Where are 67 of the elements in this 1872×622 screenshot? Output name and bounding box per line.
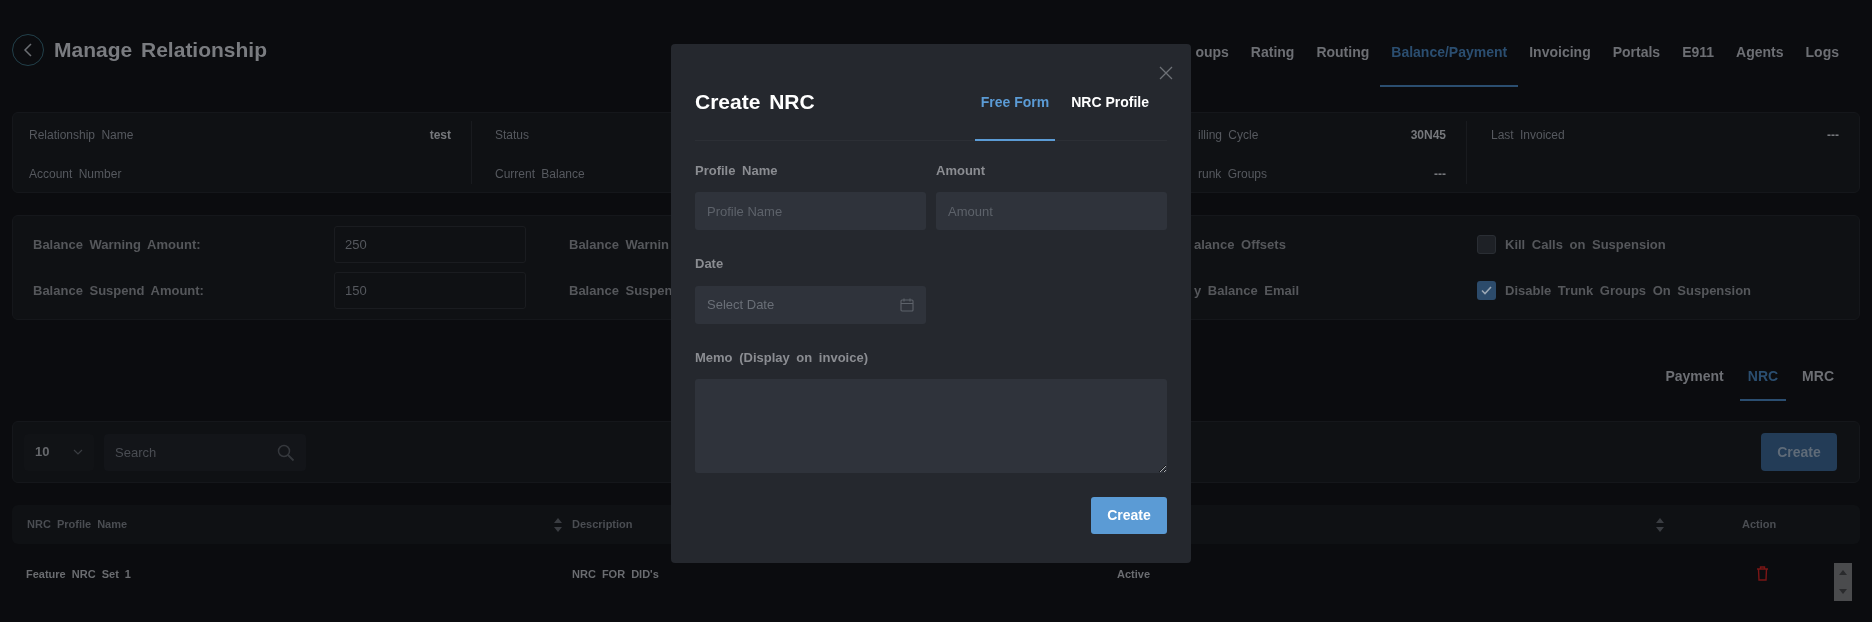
sub-tab[interactable]: Payment [1657,354,1732,401]
nav-tab[interactable]: Logs [1794,42,1850,87]
checkbox-label: Disable Trunk Groups On Suspension [1505,281,1752,300]
calendar-icon [900,297,914,312]
page-title: Manage Relationship [54,37,268,64]
checkbox[interactable] [1477,281,1496,300]
arrow-down-icon [1839,589,1847,594]
column-header[interactable]: Description [572,516,633,533]
field-label: illing Cycle [1198,127,1259,144]
field-label: Last Invoiced [1491,127,1565,144]
threshold-field[interactable]: 150 [334,272,526,309]
modal-tab[interactable]: Free Form [974,87,1056,141]
threshold-field[interactable]: 250 [334,226,526,263]
column-header[interactable]: NRC Profile Name [27,516,128,533]
setting-label: Balance Warning Amount: [33,235,202,254]
setting-label: alance Offsets [1194,235,1287,254]
field-value: test [429,127,451,144]
field-label: Account Number [29,166,122,183]
table-cell: NRC FOR DID's [572,568,659,580]
create-button[interactable]: Create [1091,497,1167,534]
checkbox[interactable] [1477,235,1496,254]
field-label: runk Groups [1198,166,1268,183]
checkbox-label: Kill Calls on Suspension [1505,235,1666,254]
field-label: Status [495,127,530,144]
search-field[interactable]: Search [104,433,306,471]
modal-title: Create NRC [695,89,815,115]
nav-tab[interactable]: oups [1195,42,1240,87]
field-label: Current Balance [495,166,585,183]
chevron-left-icon [23,43,33,57]
trash-icon [1756,565,1769,581]
setting-label: Balance Suspend Amount: [33,281,205,300]
date-field[interactable]: Select Date [695,285,926,324]
close-icon [1159,66,1173,80]
modal-tab[interactable]: NRC Profile [1065,87,1155,141]
nav-tab[interactable]: Portals [1601,42,1672,87]
field-value: --- [1434,166,1446,183]
table-cell: Feature NRC Set 1 [26,568,131,580]
close-button[interactable] [1159,66,1173,80]
nav-tab[interactable]: Balance/Payment [1380,42,1519,87]
chevron-down-icon [73,449,83,455]
page-size-value: 10 [35,443,50,462]
nav-tab[interactable]: Invoicing [1518,42,1602,87]
field-label: Memo (Display on invoice) [695,348,869,367]
nav-tab[interactable]: E911 [1671,42,1726,87]
setting-label: Balance Warnin [569,235,671,254]
delete-button[interactable] [1756,565,1769,581]
check-icon [1481,286,1492,295]
setting-label: y Balance Email [1194,281,1300,300]
setting-label: Balance Suspen [569,281,672,300]
field-value: 30N45 [1410,127,1446,144]
nav-tab[interactable]: Agents [1725,42,1795,87]
field-label: Date [695,255,725,273]
sub-tab[interactable]: MRC [1794,354,1842,401]
field-value: --- [1827,127,1839,144]
sub-tab[interactable]: NRC [1739,354,1787,401]
search-icon [277,443,295,462]
field-label: Amount [936,161,987,180]
column-header[interactable]: Action [1742,516,1777,533]
field-label: Relationship Name [29,127,134,144]
nav-tab[interactable]: Rating [1239,42,1306,87]
nav-tab[interactable]: Routing [1305,42,1381,87]
field-label: Profile Name [695,161,779,180]
arrow-up-icon [1839,570,1847,575]
scrollbar[interactable] [1834,563,1852,601]
table-cell: Active [1117,568,1151,580]
create-button[interactable]: Create [1761,433,1837,471]
memo-field[interactable] [695,379,1167,473]
